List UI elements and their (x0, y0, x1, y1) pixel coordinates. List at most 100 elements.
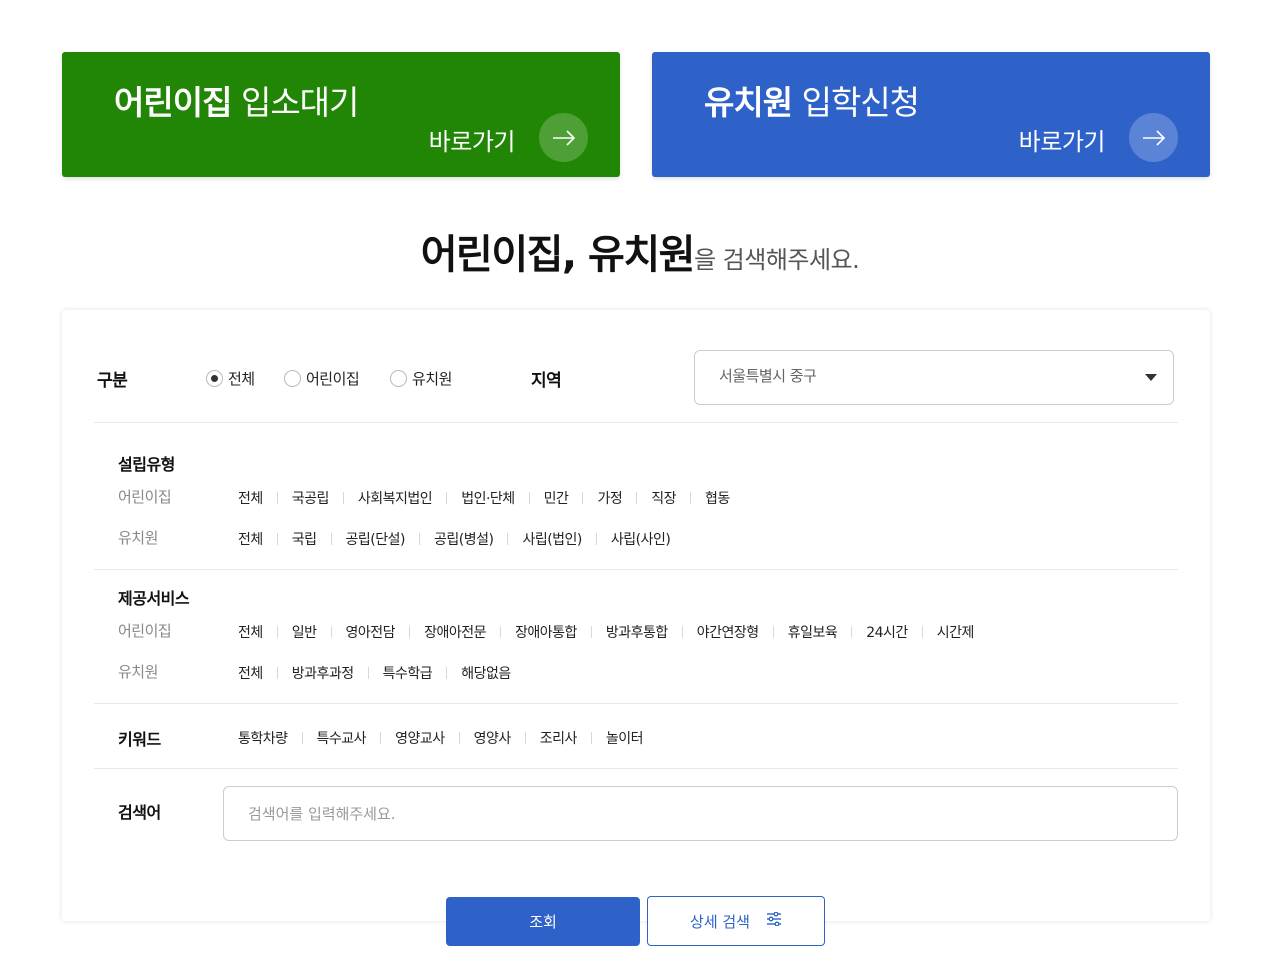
radio-dot (206, 370, 223, 387)
kindergarten-apply-banner[interactable]: 유치원 입학신청 바로가기 (652, 52, 1210, 177)
separator (277, 492, 278, 504)
advanced-search-button[interactable]: 상세 검색 (647, 896, 825, 946)
chip-establishment-daycare[interactable]: 법인·단체 (461, 488, 514, 508)
establishment-daycare-chips: 전체 국공립 사회복지법인 법인·단체 민간 가정 직장 협동 (238, 488, 730, 508)
establishment-daycare-label: 어린이집 (118, 486, 171, 507)
chip-keyword[interactable]: 통학차량 (238, 728, 288, 748)
chip-establishment-kindergarten[interactable]: 공립(단설) (346, 529, 405, 549)
chip-establishment-kindergarten[interactable]: 공립(병설) (434, 529, 493, 549)
keyword-label: 키워드 (118, 726, 161, 750)
chip-establishment-daycare[interactable]: 민간 (544, 488, 569, 508)
chip-keyword[interactable]: 특수교사 (317, 728, 367, 748)
services-kindergarten-chips: 전체 방과후과정 특수학급 해당없음 (238, 663, 511, 683)
advanced-search-label: 상세 검색 (690, 911, 750, 932)
chip-service-daycare[interactable]: 방과후통합 (606, 622, 668, 642)
chip-service-daycare[interactable]: 일반 (292, 622, 317, 642)
daycare-banner-title: 어린이집 입소대기 (114, 76, 358, 124)
chip-service-daycare[interactable]: 영아전담 (346, 622, 396, 642)
separator (419, 533, 420, 545)
chip-service-daycare[interactable]: 휴일보육 (788, 622, 838, 642)
separator (636, 492, 637, 504)
separator (446, 492, 447, 504)
separator (331, 533, 332, 545)
divider (94, 569, 1178, 570)
chip-service-daycare[interactable]: 24시간 (866, 622, 908, 642)
chip-service-kindergarten[interactable]: 해당없음 (461, 663, 511, 683)
separator (507, 533, 508, 545)
separator (380, 732, 381, 744)
separator (368, 667, 369, 679)
separator (446, 667, 447, 679)
page-title-strong: 어린이집, 유치원 (421, 232, 694, 278)
arrow-right-icon[interactable] (1129, 113, 1178, 162)
separator (773, 626, 774, 638)
separator (596, 533, 597, 545)
chip-service-kindergarten[interactable]: 특수학급 (383, 663, 433, 683)
establishment-kindergarten-label: 유치원 (118, 527, 158, 548)
services-daycare-label: 어린이집 (118, 620, 171, 641)
separator (591, 626, 592, 638)
chip-keyword[interactable]: 영양사 (474, 728, 511, 748)
separator (500, 626, 501, 638)
radio-dot (390, 370, 407, 387)
chip-service-daycare[interactable]: 야간연장형 (697, 622, 759, 642)
submit-button[interactable]: 조회 (446, 897, 640, 946)
daycare-waitlist-banner[interactable]: 어린이집 입소대기 바로가기 (62, 52, 620, 177)
category-radio-all-label: 전체 (228, 368, 255, 389)
category-radio-kindergarten-label: 유치원 (412, 368, 452, 389)
chip-keyword[interactable]: 영양교사 (395, 728, 445, 748)
arrow-right-icon[interactable] (539, 113, 588, 162)
chip-establishment-daycare[interactable]: 협동 (705, 488, 730, 508)
category-label: 구분 (97, 366, 127, 391)
search-panel: 구분 전체 어린이집 유치원 지역 서울특별시 중구 설립유형 어린이집 전체 … (62, 310, 1210, 921)
chip-service-daycare[interactable]: 장애아통합 (515, 622, 577, 642)
separator (851, 626, 852, 638)
search-label: 검색어 (118, 799, 161, 823)
chip-establishment-kindergarten[interactable]: 국립 (292, 529, 317, 549)
region-select-value: 서울특별시 중구 (719, 365, 816, 386)
separator (690, 492, 691, 504)
separator (277, 626, 278, 638)
chip-establishment-daycare[interactable]: 사회복지법인 (358, 488, 432, 508)
chip-service-kindergarten[interactable]: 전체 (238, 663, 263, 683)
separator (343, 492, 344, 504)
daycare-banner-title-light: 입소대기 (241, 83, 358, 122)
region-select[interactable]: 서울특별시 중구 (694, 350, 1174, 405)
chip-establishment-daycare[interactable]: 가정 (597, 488, 622, 508)
sliders-icon (766, 912, 782, 930)
establishment-label: 설립유형 (118, 451, 175, 475)
separator (277, 533, 278, 545)
category-radio-all[interactable]: 전체 (206, 368, 255, 389)
chip-establishment-daycare[interactable]: 국공립 (292, 488, 329, 508)
category-radio-daycare[interactable]: 어린이집 (284, 368, 359, 389)
separator (331, 626, 332, 638)
separator (922, 626, 923, 638)
services-label: 제공서비스 (118, 585, 189, 609)
keyword-chips: 통학차량 특수교사 영양교사 영양사 조리사 놀이터 (238, 728, 643, 748)
separator (591, 732, 592, 744)
chip-service-daycare[interactable]: 전체 (238, 622, 263, 642)
chip-service-daycare[interactable]: 시간제 (937, 622, 974, 642)
search-input[interactable] (223, 786, 1178, 841)
chip-service-daycare[interactable]: 장애아전문 (424, 622, 486, 642)
region-label: 지역 (531, 366, 561, 391)
separator (525, 732, 526, 744)
category-radio-kindergarten[interactable]: 유치원 (390, 368, 452, 389)
chip-keyword[interactable]: 놀이터 (606, 728, 643, 748)
separator (459, 732, 460, 744)
chip-establishment-daycare[interactable]: 전체 (238, 488, 263, 508)
chip-establishment-daycare[interactable]: 직장 (651, 488, 676, 508)
separator (582, 492, 583, 504)
chip-establishment-kindergarten[interactable]: 전체 (238, 529, 263, 549)
divider (94, 422, 1178, 423)
kindergarten-banner-go-label: 바로가기 (1019, 122, 1105, 157)
divider (94, 768, 1178, 769)
kindergarten-banner-title: 유치원 입학신청 (704, 76, 919, 124)
chip-keyword[interactable]: 조리사 (540, 728, 577, 748)
chip-establishment-kindergarten[interactable]: 사립(법인) (522, 529, 581, 549)
chip-establishment-kindergarten[interactable]: 사립(사인) (611, 529, 670, 549)
chip-service-kindergarten[interactable]: 방과후과정 (292, 663, 354, 683)
services-kindergarten-label: 유치원 (118, 661, 158, 682)
radio-dot (284, 370, 301, 387)
services-daycare-chips: 전체 일반 영아전담 장애아전문 장애아통합 방과후통합 야간연장형 휴일보육 … (238, 622, 974, 642)
